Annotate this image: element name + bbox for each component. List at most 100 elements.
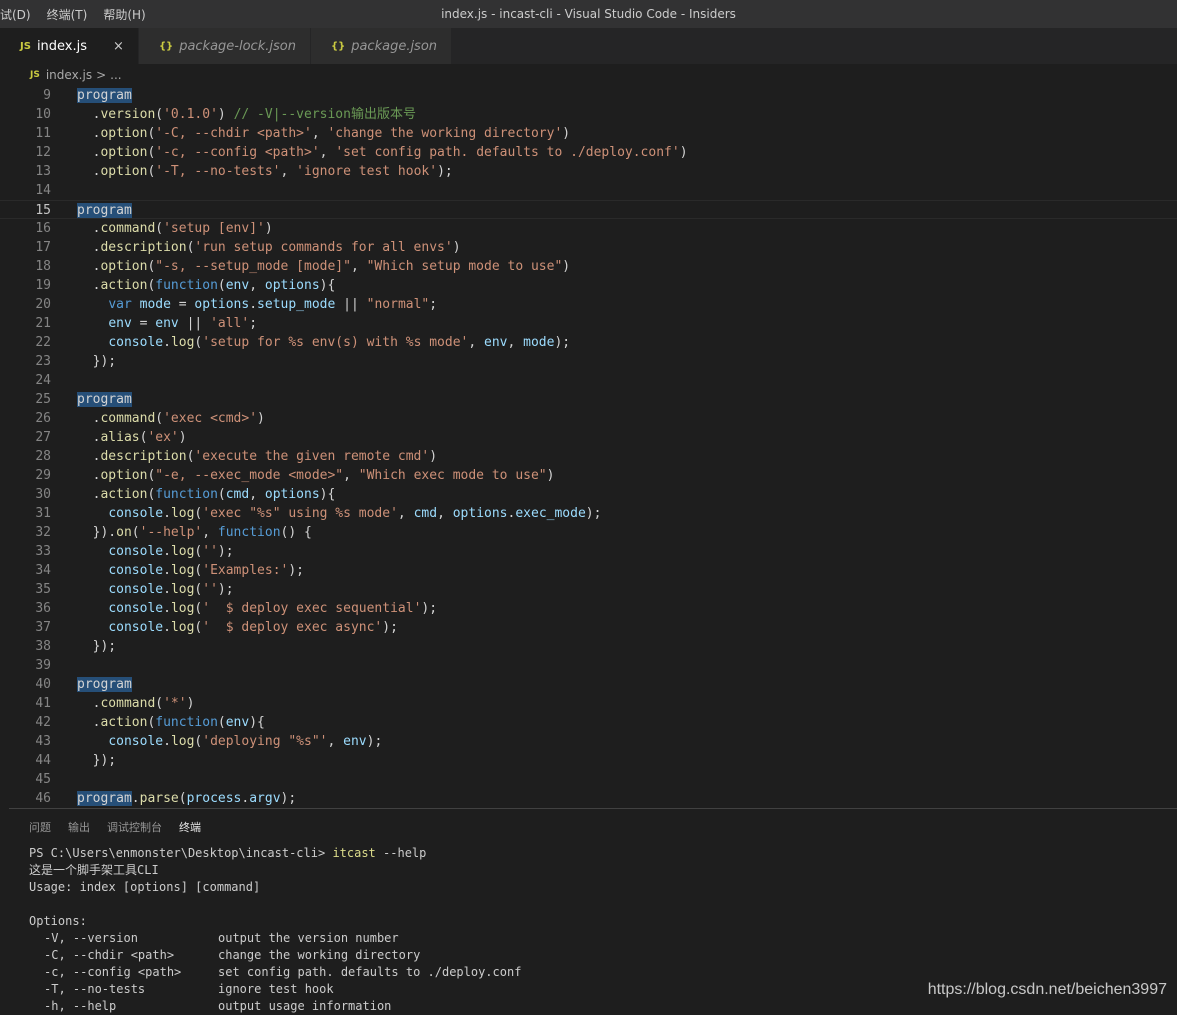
line-number: 10 (35, 107, 51, 122)
code-line[interactable]: 10 .version('0.1.0') // -V|--version输出版本… (0, 105, 1177, 124)
code-token: , (468, 335, 485, 350)
terminal[interactable]: PS C:\Users\enmonster\Desktop\incast-cli… (29, 845, 521, 1015)
terminal-option-row: -h, --help output usage information (29, 998, 521, 1015)
tab-terminal[interactable]: 终端 (179, 819, 201, 835)
code-token: ) (264, 221, 273, 236)
tab-problems[interactable]: 问题 (29, 819, 51, 835)
terminal-command: itcast (332, 846, 376, 860)
code-token: . (163, 601, 171, 616)
terminal-prompt-line: PS C:\Users\enmonster\Desktop\incast-cli… (29, 845, 521, 862)
code-line[interactable]: 29 .option("-e, --exec_mode <mode>", "Wh… (0, 466, 1177, 485)
code-token: . (163, 506, 171, 521)
code-line[interactable]: 17 .description('run setup commands for … (0, 238, 1177, 257)
code-line[interactable]: 14 (0, 181, 1177, 200)
code-token: ); (585, 506, 602, 521)
code-line[interactable]: 44 }); (0, 751, 1177, 770)
line-number: 31 (35, 506, 51, 521)
code-line[interactable]: 34 console.log('Examples:'); (0, 561, 1177, 580)
code-line[interactable]: 36 console.log(' $ deploy exec sequentia… (0, 599, 1177, 618)
option-flag: -h, --help (44, 999, 117, 1013)
code-line[interactable]: 41 .command('*') (0, 694, 1177, 713)
code-line[interactable]: 39 (0, 656, 1177, 675)
code-token: ); (554, 335, 571, 350)
code-editor[interactable]: 9 program 10 .version('0.1.0') // -V|--ver… (0, 86, 1177, 808)
code-token: || (178, 316, 211, 331)
code-text: program (77, 201, 132, 220)
code-line[interactable]: 35 console.log(''); (0, 580, 1177, 599)
tab-output[interactable]: 输出 (68, 819, 90, 835)
code-line[interactable]: 26 .command('exec <cmd>') (0, 409, 1177, 428)
tab-debug-console[interactable]: 调试控制台 (107, 819, 162, 835)
code-line[interactable]: 42 .action(function(env){ (0, 713, 1177, 732)
code-line[interactable]: 11 .option('-C, --chdir <path>', 'change… (0, 124, 1177, 143)
code-line[interactable]: 40 program (0, 675, 1177, 694)
code-line[interactable]: 19 .action(function(env, options){ (0, 276, 1177, 295)
code-token: ( (155, 107, 164, 122)
code-token: , (249, 278, 265, 293)
tab-package-lock-json[interactable]: {} package-lock.json (138, 28, 311, 64)
line-number: 15 (35, 203, 51, 218)
code-token: () { (280, 525, 312, 540)
line-number: 32 (35, 525, 51, 540)
line-number: 34 (35, 563, 51, 578)
line-number: 45 (35, 772, 51, 787)
code-line[interactable]: 38 }); (0, 637, 1177, 656)
code-line[interactable]: 16 .command('setup [env]') (0, 219, 1177, 238)
breadcrumb-symbol[interactable]: ... (110, 68, 121, 82)
code-token: options (264, 278, 320, 293)
code-line[interactable]: 13 .option('-T, --no-tests', 'ignore tes… (0, 162, 1177, 181)
code-line[interactable]: 21 env = env || 'all'; (0, 314, 1177, 333)
code-line[interactable]: 32 }).on('--help', function() { (0, 523, 1177, 542)
close-icon[interactable]: × (113, 39, 124, 54)
code-line[interactable]: 9 program (0, 86, 1177, 105)
option-desc: ignore test hook (218, 982, 334, 996)
code-token: // -V|--version输出版本号 (233, 107, 416, 122)
code-token: , (311, 126, 328, 141)
code-line[interactable]: 46 program.parse(process.argv); (0, 789, 1177, 808)
code-line[interactable]: 12 .option('-c, --config <path>', 'set c… (0, 143, 1177, 162)
code-token: . (77, 449, 101, 464)
code-line[interactable]: 45 (0, 770, 1177, 789)
code-token: . (163, 620, 171, 635)
code-token: '' (202, 582, 218, 597)
code-token: . (77, 468, 101, 483)
code-line[interactable]: 28 .description('execute the given remot… (0, 447, 1177, 466)
line-number: 14 (35, 183, 51, 198)
tab-package-json[interactable]: {} package.json (310, 28, 453, 64)
code-line[interactable]: 23 }); (0, 352, 1177, 371)
code-token: '-C, --chdir <path>' (155, 126, 312, 141)
code-token: 'Examples:' (202, 563, 289, 578)
breadcrumb-file[interactable]: index.js (46, 68, 92, 82)
code-token: ; (429, 297, 438, 312)
code-token: ) (562, 259, 571, 274)
code-text: program (77, 390, 132, 409)
code-text: console.log('deploying "%s"', env); (77, 732, 382, 751)
code-token: }); (77, 639, 117, 654)
code-line[interactable]: 25 program (0, 390, 1177, 409)
code-token: log (170, 582, 195, 597)
code-line[interactable]: 27 .alias('ex') (0, 428, 1177, 447)
code-line[interactable]: 18 .option("-s, --setup_mode [mode]", "W… (0, 257, 1177, 276)
code-text: console.log('exec "%s" using %s mode', c… (77, 504, 601, 523)
code-line[interactable]: 30 .action(function(cmd, options){ (0, 485, 1177, 504)
code-line[interactable]: 43 console.log('deploying "%s"', env); (0, 732, 1177, 751)
code-token: ' $ deploy exec async' (202, 620, 383, 635)
tab-index-js[interactable]: JS index.js × (0, 28, 139, 64)
code-line[interactable]: 37 console.log(' $ deploy exec async'); (0, 618, 1177, 637)
code-line[interactable]: 24 (0, 371, 1177, 390)
title-bar: 试(D) 终端(T) 帮助(H) index.js - incast-cli -… (0, 0, 1177, 28)
code-token: 'deploying "%s"' (202, 734, 328, 749)
code-token: . (131, 791, 140, 806)
code-line[interactable]: 31 console.log('exec "%s" using %s mode'… (0, 504, 1177, 523)
code-token: version (100, 107, 156, 122)
code-line[interactable]: 20 var mode = options.setup_mode || "nor… (0, 295, 1177, 314)
code-line[interactable]: 15 program (0, 200, 1177, 219)
code-line[interactable]: 33 console.log(''); (0, 542, 1177, 561)
code-line[interactable]: 22 console.log('setup for %s env(s) with… (0, 333, 1177, 352)
line-number: 27 (35, 430, 51, 445)
line-number: 43 (35, 734, 51, 749)
code-token: '-T, --no-tests' (155, 164, 281, 179)
